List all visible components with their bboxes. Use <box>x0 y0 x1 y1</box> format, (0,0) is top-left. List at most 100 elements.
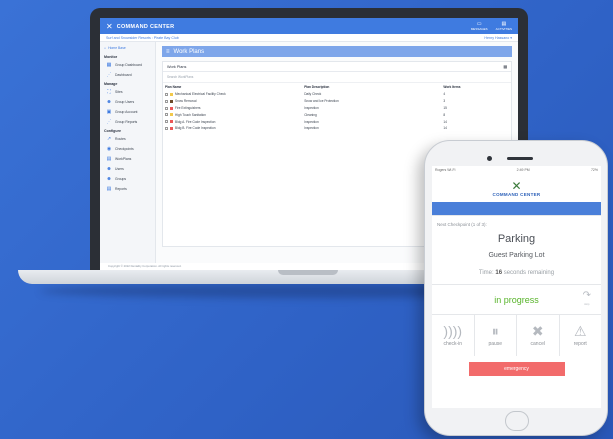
sidebar-item-reports[interactable]: ▤ Reports <box>106 186 151 192</box>
cancel-label: cancel <box>530 341 545 347</box>
sidebar-item-users[interactable]: ☻ Users <box>106 166 151 172</box>
checkin-button[interactable]: )))) check-in <box>432 315 475 356</box>
panel-header: Work Plans ▦ <box>163 62 511 72</box>
skip-button[interactable]: ↷ skip <box>583 291 591 309</box>
brand-name: COMMAND CENTER <box>492 191 541 197</box>
action-bar: )))) check-in ⏸ pause ✖ cancel ⚠ report <box>432 314 601 356</box>
column-header[interactable]: Plan Description <box>302 83 441 91</box>
sidebar-item-sites[interactable]: ⛶ Sites <box>106 89 151 95</box>
plan-name-cell: Fire Extinguishers <box>163 105 302 112</box>
account-icon: ▣ <box>106 109 112 115</box>
column-header[interactable]: Work Items <box>441 83 511 91</box>
copyright: Copyright © 2022 Dentality Corporation. … <box>108 264 182 268</box>
brand-name: COMMAND CENTER <box>116 24 175 30</box>
menu-icon[interactable]: ≡ <box>166 49 170 55</box>
routes-icon: ↗ <box>106 136 112 142</box>
plan-color-swatch <box>170 120 173 124</box>
sidebar-item-groups[interactable]: ☻ Groups <box>106 176 151 182</box>
row-checkbox[interactable] <box>165 93 168 97</box>
plan-color-swatch <box>170 106 173 110</box>
sidebar-item-dashboard[interactable]: ⋰ Dashboard <box>106 72 151 78</box>
plan-description-cell: Inspection <box>304 126 319 131</box>
sidebar-item-workplans[interactable]: ▤ WorkPlans <box>106 156 151 162</box>
plan-color-swatch <box>170 113 173 117</box>
checkin-label: check-in <box>443 341 463 347</box>
chart-icon: ⋰ <box>106 72 112 78</box>
plan-name-cell: Snow Removal <box>163 98 302 105</box>
camera <box>487 156 492 161</box>
sidebar-item-label: Checkpoints <box>115 147 134 151</box>
table-row[interactable]: Mechanical Electrical Facility Check Dail… <box>163 91 511 98</box>
phone-header-bar <box>432 202 601 215</box>
users-icon: ☻ <box>106 166 112 172</box>
emergency-button[interactable]: emergency <box>468 362 565 376</box>
sidebar-item-label: Users <box>115 167 124 171</box>
checkpoint-name: Parking <box>497 233 536 245</box>
pause-button[interactable]: ⏸ pause <box>475 315 517 356</box>
table-row[interactable]: Snow Removal Snow and Ice Protection 3 <box>163 98 511 105</box>
sidebar-home-label: Home Base <box>108 46 126 50</box>
checkpoint-card: Next Checkpoint (1 of 3): Parking Guest … <box>432 215 601 280</box>
sidebar-home[interactable]: ⌂ Home Base <box>104 46 151 50</box>
workplans-icon: ▤ <box>106 156 112 162</box>
report-button[interactable]: ⚠ report <box>560 315 602 356</box>
speaker <box>507 157 533 160</box>
plan-name: Bldg B. Fire Code Inspection <box>175 126 216 131</box>
row-checkbox[interactable] <box>165 120 168 124</box>
work-items-cell: 14 <box>443 126 447 131</box>
plan-name: High Touch Sanitation <box>175 112 206 117</box>
brand-logo-icon: ✕ <box>106 21 113 31</box>
search-input[interactable]: Search WorkPlans <box>163 72 511 83</box>
plan-description-cell: Inspection <box>304 119 319 124</box>
sidebar-item-label: Group Dashboard <box>115 63 142 67</box>
row-checkbox[interactable] <box>165 99 168 103</box>
work-items-cell: 8 <box>443 112 446 117</box>
sidebar-item-label: Group Users <box>115 100 135 104</box>
work-items-cell: 4 <box>443 92 446 97</box>
dashboard-icon: ▦ <box>106 62 112 68</box>
phone-brand: ✕ COMMAND CENTER <box>432 174 601 202</box>
workplans-table: Plan Name Plan Description Work Items Me… <box>163 83 511 132</box>
sidebar-item-group-dashboard[interactable]: ▦ Group Dashboard <box>106 62 151 68</box>
table-row[interactable]: High Touch Sanitation Cleaning 8 <box>163 111 511 118</box>
sidebar-item-label: Dashboard <box>115 73 132 77</box>
time-remaining: Time: 16 seconds remaining <box>437 270 596 276</box>
home-button[interactable] <box>505 411 529 431</box>
table-row[interactable]: Bldg B. Fire Code Inspection Inspection 14 <box>163 125 511 132</box>
row-checkbox[interactable] <box>165 113 168 117</box>
brand-tagline: OPERATIONS SIMPLIFIED <box>116 33 165 37</box>
plan-name: Mechanical Electrical Facility Check <box>175 92 226 97</box>
reports-icon: ⋰ <box>106 119 112 125</box>
sidebar-section-configure: Configure <box>104 129 121 133</box>
sidebar-item-group-account[interactable]: ▣ Group Account <box>106 109 151 115</box>
row-checkbox[interactable] <box>165 126 168 130</box>
sidebar-item-checkpoints[interactable]: ◉ Checkpoints <box>106 146 151 152</box>
sidebar-item-label: Routes <box>115 137 126 141</box>
plan-name-cell: High Touch Sanitation <box>163 111 302 118</box>
row-checkbox[interactable] <box>165 106 168 110</box>
activities-button[interactable]: ▤ ACTIVITIES <box>495 21 512 31</box>
sidebar-section-monitor: Monitor <box>104 55 118 59</box>
sidebar-item-label: Group Reports <box>115 120 138 124</box>
phone-screen: Rogers Wi-Fi 2:49 PM 72% ✕ COMMAND CENTE… <box>432 166 601 408</box>
table-row[interactable]: Fire Extinguishers Inspection 15 <box>163 105 511 112</box>
grid-icon[interactable]: ▦ <box>503 64 507 69</box>
pause-icon: ⏸ <box>491 323 499 339</box>
clock: 2:49 PM <box>516 168 530 172</box>
user-menu[interactable]: Henry Hassano ▾ <box>484 36 512 40</box>
cancel-button[interactable]: ✖ cancel <box>517 315 560 356</box>
header-actions: ▭ MESSAGES ▤ ACTIVITIES <box>471 21 512 31</box>
column-header[interactable]: Plan Name <box>163 83 302 91</box>
plan-description-cell: Snow and Ice Protection <box>304 99 339 104</box>
messages-button[interactable]: ▭ MESSAGES <box>471 21 488 31</box>
table-row[interactable]: Bldg A. Fire Code Inspection Inspection 14 <box>163 118 511 125</box>
sidebar-item-label: Groups <box>115 177 127 181</box>
plan-name-cell: Bldg A. Fire Code Inspection <box>163 118 302 125</box>
sidebar-item-routes[interactable]: ↗ Routes <box>106 136 151 142</box>
sidebar-item-group-reports[interactable]: ⋰ Group Reports <box>106 119 151 125</box>
work-items-cell: 15 <box>443 105 447 110</box>
sidebar-item-group-users[interactable]: ☻ Group Users <box>106 99 151 105</box>
activities-label: ACTIVITIES <box>495 26 512 31</box>
carrier: Rogers Wi-Fi <box>435 168 456 172</box>
brand-logo-icon: ✕ <box>511 178 522 193</box>
